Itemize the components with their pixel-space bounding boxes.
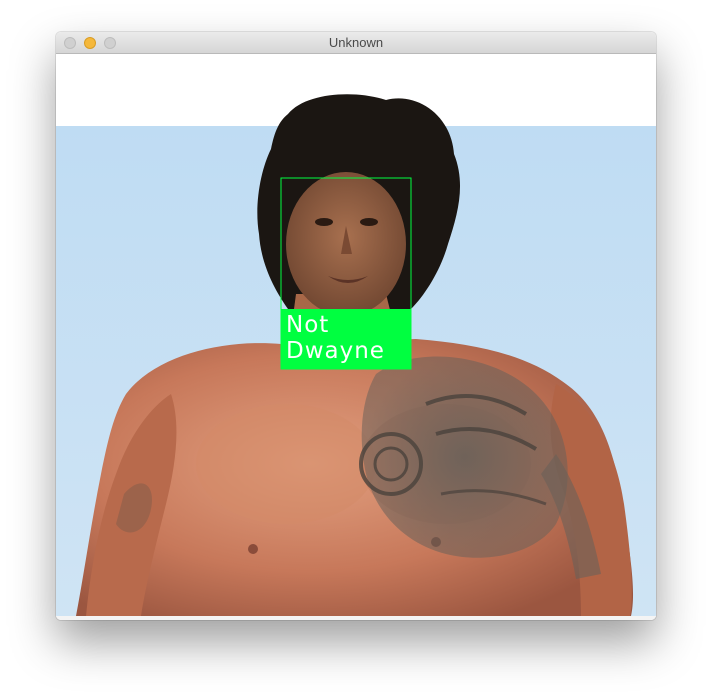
window-titlebar[interactable]: Unknown bbox=[56, 32, 656, 54]
bottom-strip bbox=[56, 616, 656, 620]
left-nipple bbox=[248, 544, 258, 554]
detection-label: Not Dwayne bbox=[286, 312, 410, 364]
detection-label-line-2: Dwayne bbox=[286, 338, 385, 364]
right-eye bbox=[360, 218, 378, 226]
detection-label-line-1: Not bbox=[286, 312, 330, 338]
left-pec bbox=[196, 404, 376, 524]
image-canvas: Not Dwayne bbox=[56, 54, 656, 620]
left-eye bbox=[315, 218, 333, 226]
image-window: Unknown Not Dwayne bbox=[56, 32, 656, 620]
desktop: Unknown Not Dwayne bbox=[0, 0, 712, 700]
window-title: Unknown bbox=[328, 35, 384, 50]
